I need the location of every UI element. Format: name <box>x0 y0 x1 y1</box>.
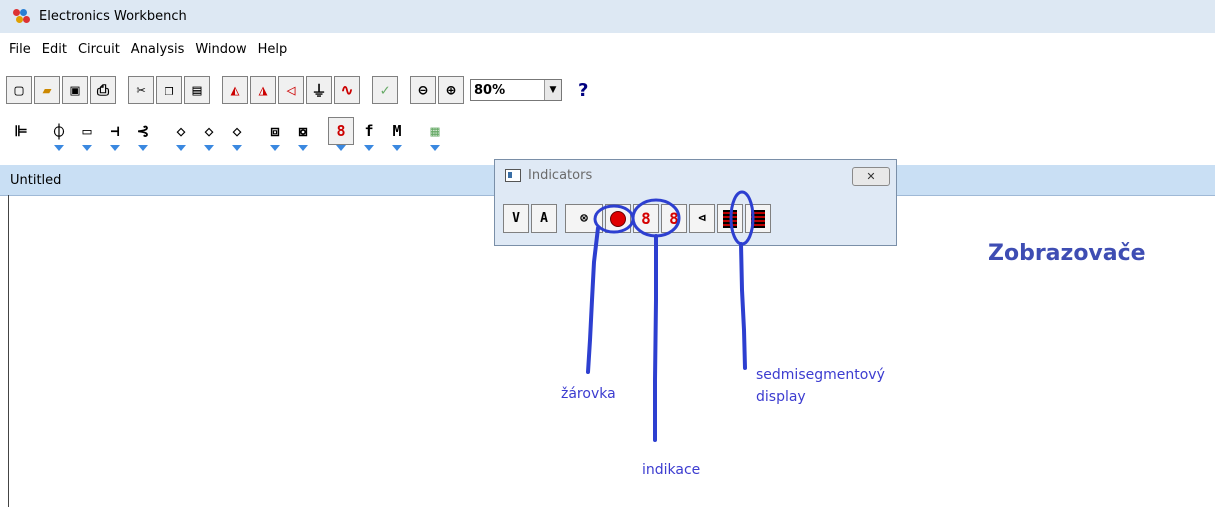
indicators-palette: Indicators ✕ V A ⊗ 8 8 ⊲ <box>494 159 897 246</box>
display-annotation-line2: display <box>756 389 806 405</box>
palette-window-icon <box>505 168 521 182</box>
flip-vertical-icon[interactable]: ◁ <box>278 76 304 104</box>
app-icon <box>13 8 31 25</box>
probe-led-icon[interactable] <box>605 204 631 233</box>
indicator-annotation: indikace <box>642 462 701 478</box>
diodes-bin-icon[interactable]: ⊣ <box>102 117 128 151</box>
palette-title-bar[interactable]: Indicators <box>495 160 896 190</box>
ammeter-icon[interactable]: A <box>531 204 557 233</box>
zoom-out-icon[interactable]: ⊖ <box>410 76 436 104</box>
bulb-annotation: žárovka <box>561 386 616 402</box>
zoom-in-icon[interactable]: ⊕ <box>438 76 464 104</box>
controls-bin-icon[interactable]: f <box>356 117 382 151</box>
main-toolbar: ▢ ▰ ▣ ⎙ ✂ ❐ ▤ ◭ ◮ ◁ ⏚ ∿ ✓ ⊖ ⊕ 80% ▼ ? <box>4 73 588 107</box>
component-properties-icon[interactable]: ⏚ <box>306 76 332 104</box>
palette-title: Indicators <box>528 167 593 183</box>
decoded-bargraph-glyph <box>751 209 765 228</box>
voltmeter-icon[interactable]: V <box>503 204 529 233</box>
zoom-value: 80% <box>474 82 506 98</box>
seven-segment-display-icon[interactable]: 8 <box>633 204 659 233</box>
flip-horizontal-icon[interactable]: ◮ <box>250 76 276 104</box>
open-folder-icon[interactable]: ▰ <box>34 76 60 104</box>
parts-toolbar: ⊫ ⏀ ▭ ⊣ ⊰ ◇ ◇ ◇ ⧈ ⧇ 8 f M ▦ <box>6 114 448 151</box>
miscellaneous-bin-icon[interactable]: M <box>384 117 410 151</box>
analysis-graphs-icon[interactable]: ∿ <box>334 76 360 104</box>
sources-bin-icon[interactable]: ⏀ <box>46 117 72 151</box>
seven-segment-glyph: 8 <box>641 209 651 228</box>
create-subcircuit-icon[interactable]: ✓ <box>372 76 398 104</box>
instruments-bin-icon[interactable]: ▦ <box>422 117 448 151</box>
indicators-row: V A ⊗ 8 8 ⊲ <box>503 204 773 233</box>
cut-icon[interactable]: ✂ <box>128 76 154 104</box>
heading-annotation: Zobrazovače <box>988 241 1146 266</box>
bargraph-glyph <box>723 209 737 228</box>
digital-ics-bin-icon[interactable]: ◇ <box>224 117 250 151</box>
display-annotation-line1: sedmisegmentový <box>756 367 885 383</box>
menu-help[interactable]: Help <box>258 42 288 57</box>
bulb-symbol: ⊗ <box>580 211 588 226</box>
menu-edit[interactable]: Edit <box>42 42 67 57</box>
menu-file[interactable]: File <box>9 42 31 57</box>
zoom-select[interactable]: 80% ▼ <box>470 79 562 101</box>
chevron-down-icon[interactable]: ▼ <box>544 80 561 100</box>
bargraph-icon[interactable] <box>717 204 743 233</box>
window-title: Electronics Workbench <box>39 9 187 24</box>
buzzer-icon[interactable]: ⊲ <box>689 204 715 233</box>
menu-circuit[interactable]: Circuit <box>78 42 120 57</box>
mixed-ics-bin-icon[interactable]: ◇ <box>196 117 222 151</box>
help-button[interactable]: ? <box>578 80 588 101</box>
indicators-bin-icon[interactable]: 8 <box>328 117 354 151</box>
rotate-icon[interactable]: ◭ <box>222 76 248 104</box>
analog-ics-bin-icon[interactable]: ◇ <box>168 117 194 151</box>
copy-icon[interactable]: ❐ <box>156 76 182 104</box>
decoded-seven-segment-display-icon[interactable]: 8 <box>661 204 687 233</box>
menu-analysis[interactable]: Analysis <box>131 42 185 57</box>
decoded-seven-segment-glyph: 8 <box>669 209 679 228</box>
paste-icon[interactable]: ▤ <box>184 76 210 104</box>
transistors-bin-icon[interactable]: ⊰ <box>130 117 156 151</box>
decoded-bargraph-icon[interactable] <box>745 204 771 233</box>
save-icon[interactable]: ▣ <box>62 76 88 104</box>
basic-bin-icon[interactable]: ▭ <box>74 117 100 151</box>
print-icon[interactable]: ⎙ <box>90 76 116 104</box>
buzzer-symbol: ⊲ <box>698 211 706 226</box>
ammeter-label: A <box>540 211 548 226</box>
menu-bar: File Edit Circuit Analysis Window Help <box>0 38 289 60</box>
window-border <box>8 195 9 507</box>
title-bar: Electronics Workbench <box>0 0 1215 33</box>
menu-window[interactable]: Window <box>195 42 246 57</box>
led-dot <box>610 210 626 227</box>
document-title: Untitled <box>10 172 62 188</box>
digital-bin-icon[interactable]: ⧇ <box>290 117 316 151</box>
new-file-icon[interactable]: ▢ <box>6 76 32 104</box>
favorites-bin-icon[interactable]: ⊫ <box>8 117 34 145</box>
bulb-icon[interactable]: ⊗ <box>565 204 603 233</box>
logic-gates-bin-icon[interactable]: ⧈ <box>262 117 288 151</box>
close-icon[interactable]: ✕ <box>852 167 890 186</box>
voltmeter-label: V <box>512 211 520 226</box>
